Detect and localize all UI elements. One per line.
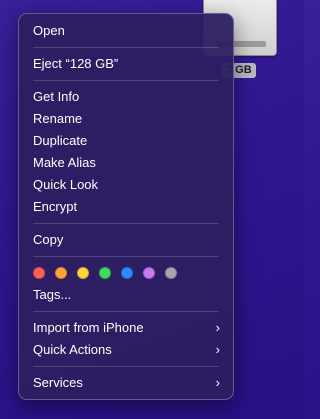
tag-red-dot[interactable]	[33, 267, 45, 279]
tag-purple-dot[interactable]	[143, 267, 155, 279]
menu-separator	[33, 256, 219, 257]
menu-item-get-info[interactable]: Get Info	[24, 86, 228, 108]
chevron-right-icon: ›	[215, 375, 220, 390]
menu-item-import-from-iphone[interactable]: Import from iPhone ›	[24, 317, 228, 339]
chevron-right-icon: ›	[215, 342, 220, 357]
menu-item-label: Services	[33, 375, 83, 390]
menu-separator	[33, 223, 219, 224]
menu-separator	[33, 311, 219, 312]
chevron-right-icon: ›	[215, 320, 220, 335]
menu-separator	[33, 47, 219, 48]
menu-item-copy[interactable]: Copy	[24, 229, 228, 251]
tag-green-dot[interactable]	[99, 267, 111, 279]
menu-separator	[33, 366, 219, 367]
tag-blue-dot[interactable]	[121, 267, 133, 279]
menu-item-open[interactable]: Open	[24, 20, 228, 42]
menu-item-duplicate[interactable]: Duplicate	[24, 130, 228, 152]
menu-separator	[33, 80, 219, 81]
menu-item-label: Quick Actions	[33, 342, 112, 357]
menu-item-eject[interactable]: Eject “128 GB”	[24, 53, 228, 75]
tag-orange-dot[interactable]	[55, 267, 67, 279]
menu-item-quick-look[interactable]: Quick Look	[24, 174, 228, 196]
tag-yellow-dot[interactable]	[77, 267, 89, 279]
menu-item-services[interactable]: Services ›	[24, 372, 228, 394]
context-menu: Open Eject “128 GB” Get Info Rename Dupl…	[18, 13, 234, 400]
menu-item-rename[interactable]: Rename	[24, 108, 228, 130]
menu-item-make-alias[interactable]: Make Alias	[24, 152, 228, 174]
menu-item-label: Import from iPhone	[33, 320, 144, 335]
menu-item-encrypt[interactable]: Encrypt	[24, 196, 228, 218]
menu-item-tags[interactable]: Tags...	[24, 284, 228, 306]
tag-gray-dot[interactable]	[165, 267, 177, 279]
menu-item-quick-actions[interactable]: Quick Actions ›	[24, 339, 228, 361]
tag-color-row	[24, 262, 228, 284]
